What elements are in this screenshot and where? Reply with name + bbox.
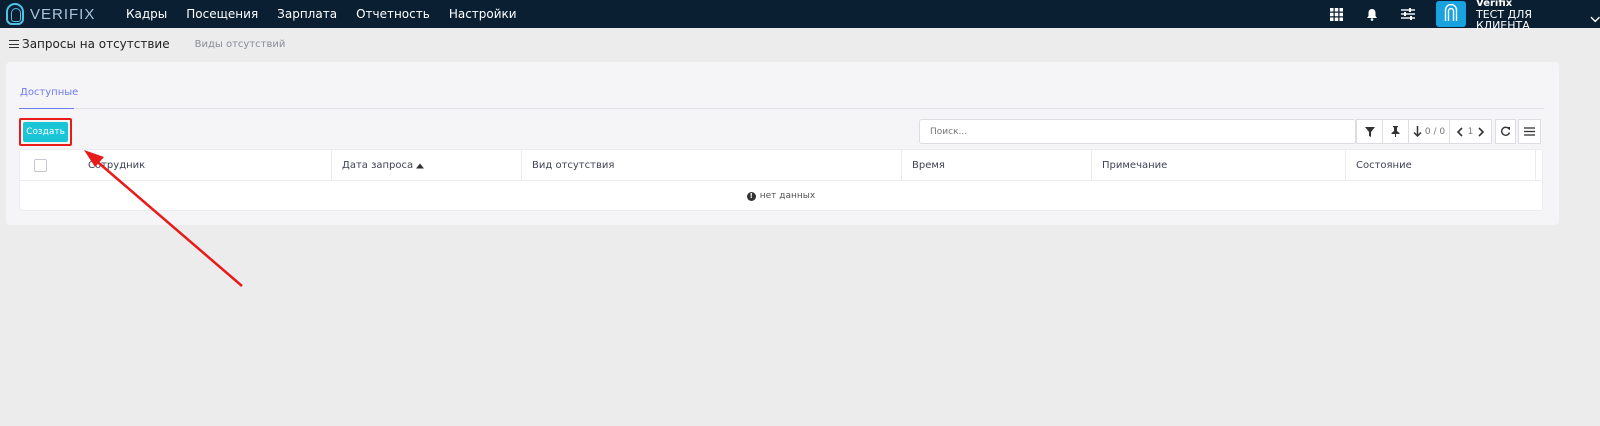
column-time[interactable]: Время	[902, 150, 1092, 181]
nav-item-reports[interactable]: Отчетность	[356, 7, 430, 21]
requests-table: Сотрудник Дата запроса Вид отсутствия Вр…	[19, 149, 1543, 211]
pagination: 1	[1449, 119, 1492, 144]
filter-icon	[1364, 126, 1375, 137]
arrow-down-icon	[1413, 126, 1422, 137]
tab-available[interactable]: Доступные	[19, 87, 78, 109]
create-button-highlight: Создать	[19, 118, 72, 146]
menu-icon[interactable]	[9, 40, 19, 48]
pin-button[interactable]	[1382, 119, 1409, 144]
nav-item-attendance[interactable]: Посещения	[186, 7, 258, 21]
nav-item-staff[interactable]: Кадры	[126, 7, 167, 21]
empty-text: нет данных	[759, 191, 816, 201]
top-right-controls: Verifix ТЕСТ ДЛЯ КЛИЕНТА	[1328, 0, 1600, 31]
sort-asc-icon	[416, 163, 425, 168]
refresh-icon	[1501, 126, 1511, 136]
sort-count: 0 / 0	[1424, 126, 1446, 137]
search-input[interactable]	[919, 119, 1356, 144]
column-note[interactable]: Примечание	[1092, 150, 1346, 181]
tab-bar: Доступные	[19, 82, 1544, 109]
main-nav: Кадры Посещения Зарплата Отчетность Наст…	[126, 7, 536, 21]
table-header: Сотрудник Дата запроса Вид отсутствия Вр…	[20, 150, 1542, 181]
select-all-checkbox[interactable]	[34, 159, 47, 172]
pin-icon	[1391, 126, 1400, 137]
column-label: Дата запроса	[342, 160, 414, 171]
fingerprint-logo-icon	[6, 3, 24, 25]
exclamation-icon: !	[746, 191, 756, 201]
empty-state: ! нет данных	[20, 181, 1542, 211]
bell-icon[interactable]	[1364, 6, 1380, 22]
filter-button[interactable]	[1356, 119, 1383, 144]
column-label: Состояние	[1356, 160, 1412, 171]
tab-absence-types[interactable]: Виды отсутствий	[195, 39, 286, 50]
user-menu[interactable]: Verifix ТЕСТ ДЛЯ КЛИЕНТА	[1476, 0, 1600, 31]
column-status[interactable]: Состояние	[1346, 150, 1536, 181]
content-card: Доступные Создать 0 / 0 1 Сотрудник Дата…	[6, 62, 1559, 225]
column-request-date[interactable]: Дата запроса	[332, 150, 522, 181]
sliders-icon[interactable]	[1400, 6, 1416, 22]
page-header: Запросы на отсутствие Виды отсутствий	[0, 28, 1600, 60]
chevron-down-icon	[1590, 16, 1600, 23]
chevron-right-icon[interactable]	[1478, 126, 1485, 137]
sort-button[interactable]: 0 / 0	[1408, 119, 1450, 144]
refresh-button[interactable]	[1495, 119, 1516, 144]
column-label: Сотрудник	[88, 160, 146, 171]
nav-item-payroll[interactable]: Зарплата	[277, 7, 337, 21]
column-label: Время	[912, 160, 945, 171]
top-navbar: VERIFIX Кадры Посещения Зарплата Отчетно…	[0, 0, 1600, 31]
column-employee[interactable]: Сотрудник	[78, 150, 332, 181]
column-label: Вид отсутствия	[532, 160, 615, 171]
avatar[interactable]	[1436, 1, 1466, 27]
column-label: Примечание	[1102, 160, 1168, 171]
page-title: Запросы на отсутствие	[22, 37, 170, 51]
apps-grid-icon[interactable]	[1328, 6, 1344, 22]
chevron-left-icon[interactable]	[1456, 126, 1463, 137]
columns-menu-button[interactable]	[1518, 119, 1541, 144]
list-icon	[1524, 127, 1535, 136]
nav-item-settings[interactable]: Настройки	[449, 7, 517, 21]
page-number: 1	[1467, 126, 1474, 137]
brand-logo[interactable]: VERIFIX	[6, 3, 110, 25]
create-button[interactable]: Создать	[23, 122, 68, 142]
logo-text: VERIFIX	[30, 5, 96, 23]
column-absence-type[interactable]: Вид отсутствия	[522, 150, 902, 181]
